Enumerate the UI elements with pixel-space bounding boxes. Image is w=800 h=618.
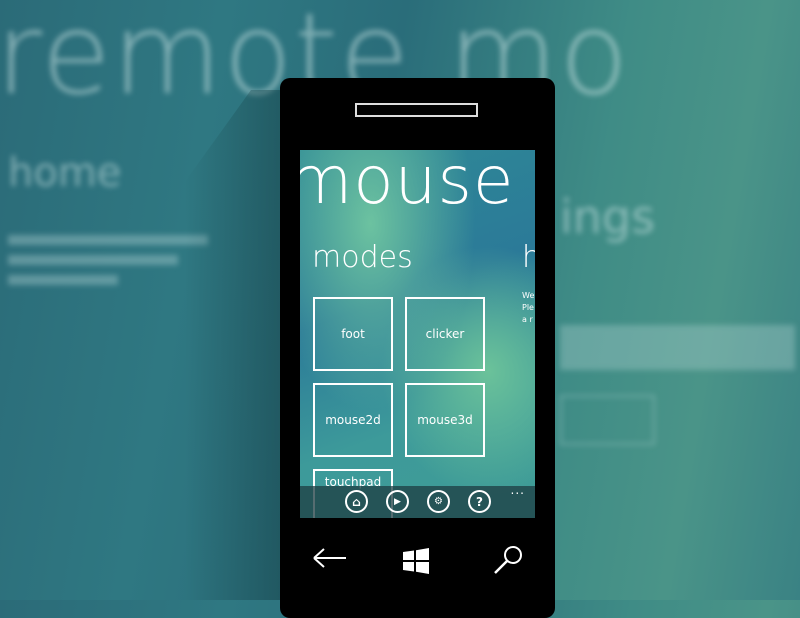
tile-label: mouse3d	[417, 413, 473, 427]
tile-label: clicker	[425, 327, 465, 341]
tile-clicker[interactable]: clicker	[405, 297, 485, 371]
app-bar: ⌂ ▶ ⚙ ? ...	[300, 483, 535, 518]
peek-line: Ple	[522, 303, 534, 312]
settings-icon: ⚙	[434, 496, 443, 507]
bg-text-line	[8, 255, 178, 265]
home-button[interactable]: ⌂	[345, 490, 368, 513]
bg-input	[560, 325, 795, 370]
bg-button	[560, 395, 655, 445]
help-icon: ?	[476, 494, 483, 509]
app-title: mouse	[300, 150, 515, 219]
tile-mouse2d[interactable]: mouse2d	[313, 383, 393, 457]
bg-section-settings: ings	[560, 190, 656, 244]
peek-line: a r	[522, 315, 533, 324]
peek-text: We Ple a r	[522, 290, 534, 326]
phone-screen: mouse modes h We Ple a r foot clicker mo…	[300, 150, 535, 518]
play-icon: ▶	[394, 496, 401, 507]
windows-logo-icon[interactable]	[403, 548, 429, 574]
more-button[interactable]: ...	[511, 483, 525, 497]
tile-label: foot	[341, 327, 365, 341]
tile-mouse3d[interactable]: mouse3d	[405, 383, 485, 457]
pivot-next[interactable]: h	[522, 240, 535, 275]
bg-text-line	[8, 235, 208, 245]
pivot-modes[interactable]: modes	[312, 240, 413, 275]
bg-text-line	[8, 275, 118, 285]
back-arrow-icon[interactable]	[312, 546, 348, 570]
bg-section-home: home	[8, 150, 122, 196]
speaker-grille	[355, 103, 478, 117]
home-icon: ⌂	[352, 494, 361, 509]
play-button[interactable]: ▶	[386, 490, 409, 513]
phone-frame: mouse modes h We Ple a r foot clicker mo…	[280, 78, 555, 618]
search-icon[interactable]	[492, 544, 524, 576]
help-button[interactable]: ?	[468, 490, 491, 513]
settings-button[interactable]: ⚙	[427, 490, 450, 513]
peek-line: We	[522, 291, 535, 300]
tile-foot[interactable]: foot	[313, 297, 393, 371]
tile-label: mouse2d	[325, 413, 381, 427]
